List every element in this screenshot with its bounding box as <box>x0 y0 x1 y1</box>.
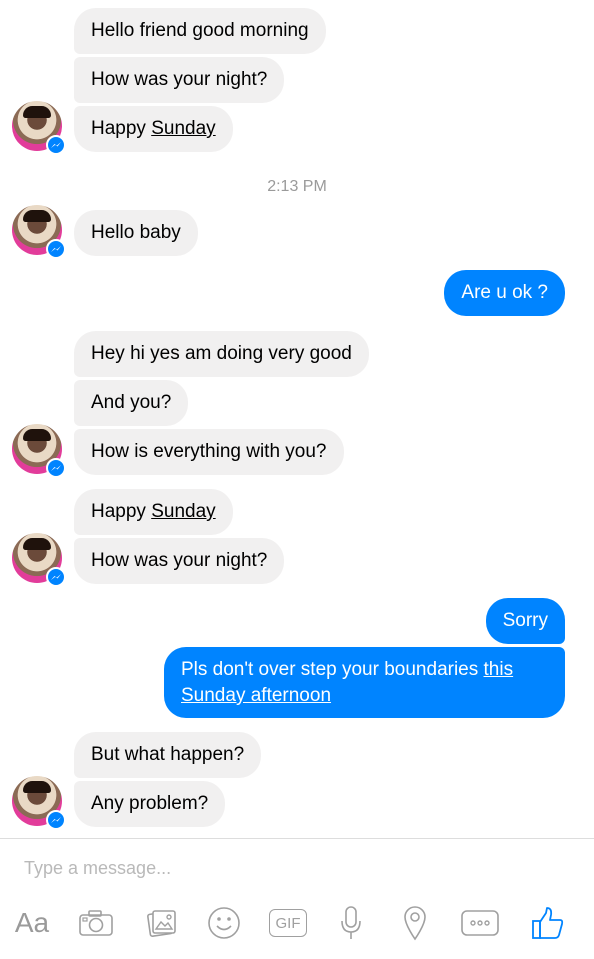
message-text: Pls don't over step your boundaries <box>181 659 484 680</box>
messenger-badge-icon <box>46 135 66 155</box>
incoming-message[interactable]: How is everything with you? <box>74 429 344 475</box>
date-link[interactable]: Sunday afternoon <box>181 685 331 706</box>
gallery-icon[interactable] <box>143 905 179 941</box>
messenger-badge-icon <box>46 567 66 587</box>
incoming-message[interactable]: Happy Sunday <box>74 106 233 152</box>
contact-avatar[interactable] <box>12 101 66 155</box>
messenger-badge-icon <box>46 810 66 830</box>
date-link[interactable]: this <box>484 659 514 680</box>
composer-divider <box>0 838 594 839</box>
incoming-message[interactable]: And you? <box>74 380 189 426</box>
outgoing-message[interactable]: Sorry <box>485 598 565 644</box>
incoming-message[interactable]: Any problem? <box>74 781 226 827</box>
incoming-message[interactable]: How was your night? <box>74 538 285 584</box>
message-text: Hey hi yes am doing very good <box>91 343 352 364</box>
contact-avatar[interactable] <box>12 533 66 587</box>
message-text: Hello baby <box>91 222 181 243</box>
incoming-message[interactable]: How was your night? <box>74 57 285 103</box>
incoming-message[interactable]: Hello friend good morning <box>74 8 326 54</box>
message-text: How was your night? <box>91 550 268 571</box>
date-link[interactable]: Sunday <box>151 118 215 139</box>
incoming-message[interactable]: But what happen? <box>74 732 262 778</box>
message-text: Happy <box>91 118 152 139</box>
outgoing-message[interactable]: Are u ok ? <box>444 270 565 316</box>
message-input[interactable] <box>24 858 424 879</box>
incoming-message[interactable]: Happy Sunday <box>74 489 233 535</box>
location-icon[interactable] <box>400 905 430 941</box>
incoming-message[interactable]: Hello baby <box>74 210 198 256</box>
emoji-icon[interactable] <box>205 905 243 941</box>
message-text: Sorry <box>502 610 548 631</box>
message-text: And you? <box>91 392 172 413</box>
message-text: Hello friend good morning <box>91 20 309 41</box>
message-text: Any problem? <box>91 793 209 814</box>
message-text: Are u ok ? <box>461 282 548 303</box>
message-text: How was your night? <box>91 69 268 90</box>
contact-avatar[interactable] <box>12 776 66 830</box>
messenger-badge-icon <box>46 458 66 478</box>
camera-icon[interactable] <box>76 905 116 941</box>
contact-avatar[interactable] <box>12 205 66 259</box>
message-text: But what happen? <box>91 744 245 765</box>
more-icon[interactable] <box>460 905 500 941</box>
contact-avatar[interactable] <box>12 424 66 478</box>
message-text: How is everything with you? <box>91 441 327 462</box>
timestamp: 2:13 PM <box>267 178 327 195</box>
date-link[interactable]: Sunday <box>151 501 215 522</box>
messenger-badge-icon <box>46 239 66 259</box>
text-format-icon[interactable]: Aa <box>10 905 54 941</box>
outgoing-message[interactable]: Pls don't over step your boundaries this… <box>164 647 565 718</box>
microphone-icon[interactable] <box>336 905 366 941</box>
gif-icon[interactable]: GIF <box>267 905 309 941</box>
incoming-message[interactable]: Hey hi yes am doing very good <box>74 331 369 377</box>
message-text: Happy <box>91 501 152 522</box>
thumbs-up-icon[interactable] <box>530 905 566 941</box>
